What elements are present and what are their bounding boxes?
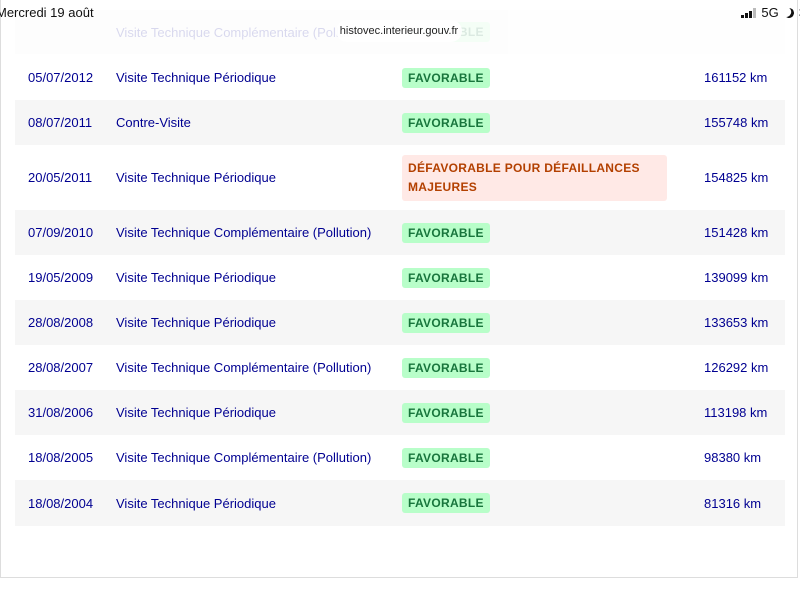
table-row: 07/09/2010 Visite Technique Complémentair… — [15, 210, 785, 255]
table-row: 18/08/2004 Visite Technique Périodique FAV… — [15, 480, 785, 526]
network-label: 5G — [761, 5, 779, 20]
inspection-mileage: 139099 km — [704, 270, 769, 285]
inspection-date: 19/05/2009 — [28, 270, 94, 285]
inspection-result: FAVORABLE — [402, 435, 490, 480]
inspection-result: FAVORABLE — [402, 300, 490, 345]
inspection-type: Visite Technique Périodique — [116, 495, 276, 511]
inspection-mileage: 81316 km — [704, 495, 762, 511]
result-badge-favorable: FAVORABLE — [402, 402, 490, 423]
inspection-mileage: 151428 km — [704, 225, 769, 240]
moon-icon — [782, 6, 795, 19]
result-badge-favorable: FAVORABLE — [402, 267, 490, 288]
inspection-type: Visite Technique Périodique — [116, 70, 276, 85]
inspection-type: Visite Technique Périodique — [116, 315, 276, 330]
inspection-date: 08/07/2011 — [28, 115, 93, 130]
result-badge-favorable: FAVORABLE — [402, 357, 490, 378]
table-row: 20/05/2011 Visite Technique Périodique DÉF… — [15, 145, 785, 210]
url-bar[interactable]: histovec.interieur.gouv.fr — [336, 20, 462, 42]
inspection-date: 20/05/2011 — [28, 170, 93, 185]
inspection-type: Visite Technique Périodique — [116, 170, 276, 185]
inspection-date: 18/08/2004 — [28, 495, 94, 511]
inspection-type: Visite Technique Périodique — [116, 270, 276, 285]
inspection-mileage: 154825 km — [704, 170, 769, 185]
inspection-mileage: 133653 km — [704, 315, 769, 330]
inspection-type: Visite Technique Périodique — [116, 405, 276, 420]
inspection-result: FAVORABLE — [402, 210, 490, 255]
inspection-date: 18/08/2005 — [28, 450, 94, 465]
result-badge-favorable: FAVORABLE — [402, 222, 490, 243]
table-row: 31/08/2006 Visite Technique Périodique FAV… — [15, 390, 785, 435]
inspection-mileage: 113198 km — [704, 405, 768, 420]
result-badge-favorable: FAVORABLE — [402, 112, 490, 133]
inspection-mileage: 161152 km — [704, 70, 768, 85]
inspection-date: 28/08/2007 — [28, 360, 94, 375]
table-row: 08/07/2011 Contre-Visite FAVORABLE 155748 k… — [15, 100, 785, 145]
inspection-result: FAVORABLE — [402, 100, 490, 145]
result-badge-favorable: FAVORABLE — [402, 447, 490, 468]
inspection-date: 05/07/2012 — [28, 70, 94, 85]
table-row: 19/05/2009 Visite Technique Périodique FAV… — [15, 255, 785, 300]
status-indicators: 5G 3 — [741, 5, 800, 20]
signal-icon — [741, 7, 757, 18]
inspection-mileage: 126292 km — [704, 360, 769, 375]
table-row: 28/08/2007 Visite Technique Complémentair… — [15, 345, 785, 390]
inspection-date: 31/08/2006 — [28, 405, 94, 420]
inspection-type: Visite Technique Complémentaire (Polluti… — [116, 360, 372, 375]
inspection-result: FAVORABLE — [402, 255, 490, 300]
inspection-mileage: 98380 km — [704, 450, 762, 465]
inspection-date: 07/09/2010 — [28, 225, 94, 240]
result-badge-favorable: FAVORABLE — [402, 312, 490, 333]
result-badge-unfavorable: DÉFAVORABLE POUR DÉFAILLANCES MAJEURES — [402, 154, 667, 201]
inspection-mileage: 155748 km — [704, 115, 769, 130]
inspection-type: Visite Technique Complémentaire (Polluti… — [116, 450, 372, 465]
inspection-result: FAVORABLE — [402, 480, 490, 526]
inspection-result: FAVORABLE — [402, 390, 490, 435]
inspection-result: DÉFAVORABLE POUR DÉFAILLANCES MAJEURES — [402, 145, 667, 210]
status-time: Mercredi 19 août — [0, 5, 94, 20]
result-badge-favorable: FAVORABLE — [402, 493, 490, 513]
inspection-result: FAVORABLE — [402, 55, 490, 100]
inspection-date: 28/08/2008 — [28, 315, 94, 330]
inspection-type: Contre-Visite — [116, 115, 191, 130]
table-row: 18/08/2005 Visite Technique Complémentair… — [15, 435, 785, 480]
table-row: 28/08/2008 Visite Technique Périodique FAV… — [15, 300, 785, 345]
result-badge-favorable: FAVORABLE — [402, 67, 490, 88]
inspection-result: FAVORABLE — [402, 345, 490, 390]
inspection-type: Visite Technique Complémentaire (Polluti… — [116, 225, 372, 240]
table-row: 05/07/2012 Visite Technique Périodique FAV… — [15, 55, 785, 100]
